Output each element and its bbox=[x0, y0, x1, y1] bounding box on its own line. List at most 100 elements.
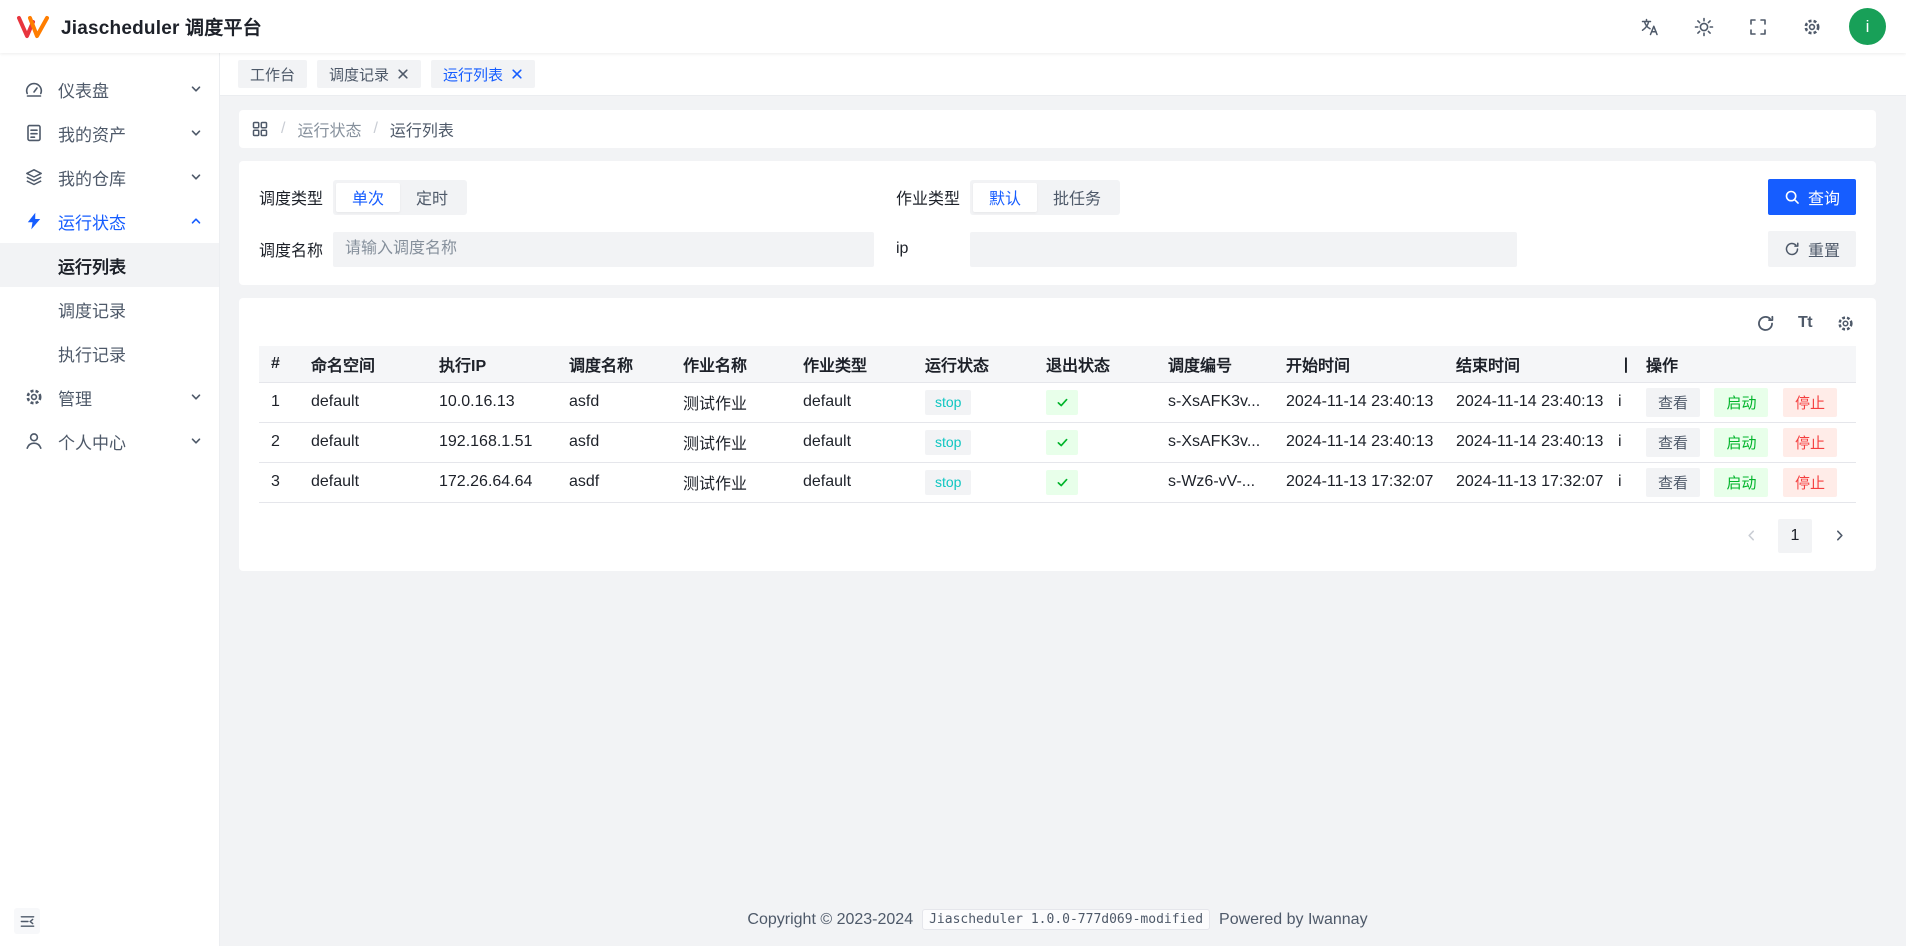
cell-job-name: 测试作业 bbox=[671, 382, 791, 423]
cell-exec-ip: 172.26.64.64 bbox=[427, 462, 557, 503]
radio-option-default[interactable]: 默认 bbox=[973, 182, 1038, 212]
cell-job-type: default bbox=[791, 462, 913, 503]
cell-job-name: 测试作业 bbox=[671, 462, 791, 503]
translate-icon[interactable] bbox=[1633, 10, 1667, 44]
run-status-tag: stop bbox=[925, 389, 972, 415]
sidebar-subitem-run-list[interactable]: 运行列表 bbox=[0, 243, 219, 287]
cell-namespace: default bbox=[299, 422, 427, 463]
pagination-prev-icon[interactable] bbox=[1734, 519, 1768, 553]
sidebar-item-my-warehouse[interactable]: 我的仓库 bbox=[0, 155, 219, 199]
cell-job-name: 测试作业 bbox=[671, 422, 791, 463]
cell-schedule-name: asdf bbox=[557, 462, 671, 503]
user-icon bbox=[24, 431, 44, 451]
chevron-down-icon bbox=[189, 434, 203, 448]
col-namespace: 命名空间 bbox=[299, 346, 427, 383]
breadcrumb-item-run-status[interactable]: 运行状态 bbox=[297, 117, 361, 141]
font-size-icon[interactable]: Tt bbox=[1794, 312, 1816, 334]
sidebar-item-label: 管理 bbox=[58, 389, 92, 409]
sidebar-footer bbox=[0, 898, 219, 946]
radio-option-batch[interactable]: 批任务 bbox=[1037, 183, 1117, 212]
cell-job-type: default bbox=[791, 382, 913, 423]
cell-start-time: 2024-11-14 23:40:13 bbox=[1274, 422, 1444, 463]
schedule-name-field: 调度名称 bbox=[259, 231, 896, 267]
view-button[interactable]: 查看 bbox=[1646, 467, 1701, 497]
schedule-name-label: 调度名称 bbox=[259, 243, 324, 260]
search-button[interactable]: 查询 bbox=[1767, 179, 1856, 215]
pagination: 1 bbox=[259, 518, 1856, 553]
sidebar: 仪表盘 我的资产 我的仓库 运行状态 运行列表 调度记录 执行记录 管理 个人中… bbox=[0, 53, 220, 946]
cell-clipped: i bbox=[1616, 382, 1634, 423]
start-button[interactable]: 启动 bbox=[1714, 427, 1769, 457]
start-button[interactable]: 启动 bbox=[1714, 467, 1769, 497]
footer-copyright: Copyright © 2023-2024 bbox=[747, 910, 914, 928]
user-avatar[interactable]: i bbox=[1849, 8, 1886, 45]
cell-namespace: default bbox=[299, 382, 427, 423]
schedule-type-field: 调度类型 单次 定时 bbox=[259, 179, 896, 215]
pagination-page-1[interactable]: 1 bbox=[1778, 518, 1812, 553]
sidebar-item-run-status[interactable]: 运行状态 bbox=[0, 199, 219, 243]
stop-button[interactable]: 停止 bbox=[1782, 427, 1837, 457]
header-brand-group: Jiascheduler 调度平台 bbox=[16, 13, 262, 40]
sidebar-item-label: 我的仓库 bbox=[58, 169, 126, 189]
cell-index: 1 bbox=[259, 382, 299, 423]
sidebar-item-management[interactable]: 管理 bbox=[0, 375, 219, 419]
pagination-next-icon[interactable] bbox=[1822, 519, 1856, 553]
breadcrumb-separator: / bbox=[373, 120, 378, 137]
close-icon[interactable] bbox=[511, 68, 523, 80]
tab-schedule-records[interactable]: 调度记录 bbox=[317, 60, 422, 88]
schedule-name-input[interactable] bbox=[333, 231, 874, 267]
cell-run-status: stop bbox=[913, 462, 1034, 503]
footer-powered-by: Powered by Iwannay bbox=[1219, 910, 1368, 928]
collapse-sidebar-icon[interactable] bbox=[14, 908, 40, 934]
col-job-type: 作业类型 bbox=[791, 346, 913, 383]
theme-sun-icon[interactable] bbox=[1687, 10, 1721, 44]
radio-option-timed[interactable]: 定时 bbox=[400, 183, 464, 212]
cell-schedule-id: s-XsAFK3v... bbox=[1156, 382, 1274, 423]
cell-end-time: 2024-11-14 23:40:13 bbox=[1444, 422, 1616, 463]
view-button[interactable]: 查看 bbox=[1646, 427, 1701, 457]
col-exec-ip: 执行IP bbox=[427, 346, 557, 383]
ip-input[interactable] bbox=[970, 231, 1517, 267]
col-index: # bbox=[259, 346, 299, 383]
sidebar-item-my-assets[interactable]: 我的资产 bbox=[0, 111, 219, 155]
fullscreen-icon[interactable] bbox=[1741, 10, 1775, 44]
sidebar-item-label: 运行状态 bbox=[58, 213, 126, 233]
cell-index: 3 bbox=[259, 462, 299, 503]
refresh-icon[interactable] bbox=[1754, 312, 1776, 334]
app-header: Jiascheduler 调度平台 i bbox=[0, 0, 1906, 53]
schedule-type-radio-group: 单次 定时 bbox=[333, 179, 468, 215]
header-actions: i bbox=[1633, 8, 1886, 45]
stop-button[interactable]: 停止 bbox=[1782, 467, 1837, 497]
col-job-name: 作业名称 bbox=[671, 346, 791, 383]
tab-run-list[interactable]: 运行列表 bbox=[431, 60, 536, 88]
close-icon[interactable] bbox=[397, 68, 409, 80]
col-actions: 操作 bbox=[1634, 346, 1856, 383]
sidebar-subitem-exec-records[interactable]: 执行记录 bbox=[0, 331, 219, 375]
cell-job-type: default bbox=[791, 422, 913, 463]
col-start-time: 开始时间 bbox=[1274, 346, 1444, 383]
column-settings-gear-icon[interactable] bbox=[1834, 312, 1856, 334]
chevron-down-icon bbox=[189, 126, 203, 140]
sidebar-item-dashboard[interactable]: 仪表盘 bbox=[0, 67, 219, 111]
stop-button[interactable]: 停止 bbox=[1782, 387, 1837, 417]
radio-option-once[interactable]: 单次 bbox=[336, 182, 401, 212]
apps-grid-icon[interactable] bbox=[251, 120, 269, 138]
run-status-tag: stop bbox=[925, 469, 972, 495]
sidebar-subitem-schedule-records[interactable]: 调度记录 bbox=[0, 287, 219, 331]
cell-run-status: stop bbox=[913, 382, 1034, 423]
document-icon bbox=[24, 123, 44, 143]
body-layout: 仪表盘 我的资产 我的仓库 运行状态 运行列表 调度记录 执行记录 管理 个人中… bbox=[0, 53, 1906, 946]
run-list-table-panel: Tt # 命名空间 执行IP 调度名称 作业名称 作业类型 运行状态 退出状态 … bbox=[239, 298, 1876, 571]
ip-field: ip bbox=[896, 231, 1746, 267]
chevron-down-icon bbox=[189, 390, 203, 404]
sidebar-item-label: 仪表盘 bbox=[58, 81, 109, 101]
start-button[interactable]: 启动 bbox=[1714, 387, 1769, 417]
tab-workbench[interactable]: 工作台 bbox=[238, 60, 308, 88]
reset-button[interactable]: 重置 bbox=[1767, 231, 1856, 267]
view-button[interactable]: 查看 bbox=[1646, 387, 1701, 417]
settings-gear-icon[interactable] bbox=[1795, 10, 1829, 44]
app-title: Jiascheduler 调度平台 bbox=[61, 18, 262, 39]
col-end-time: 结束时间 bbox=[1444, 346, 1616, 383]
cell-actions: 查看 启动 停止 bbox=[1634, 422, 1856, 463]
sidebar-item-personal-center[interactable]: 个人中心 bbox=[0, 419, 219, 463]
